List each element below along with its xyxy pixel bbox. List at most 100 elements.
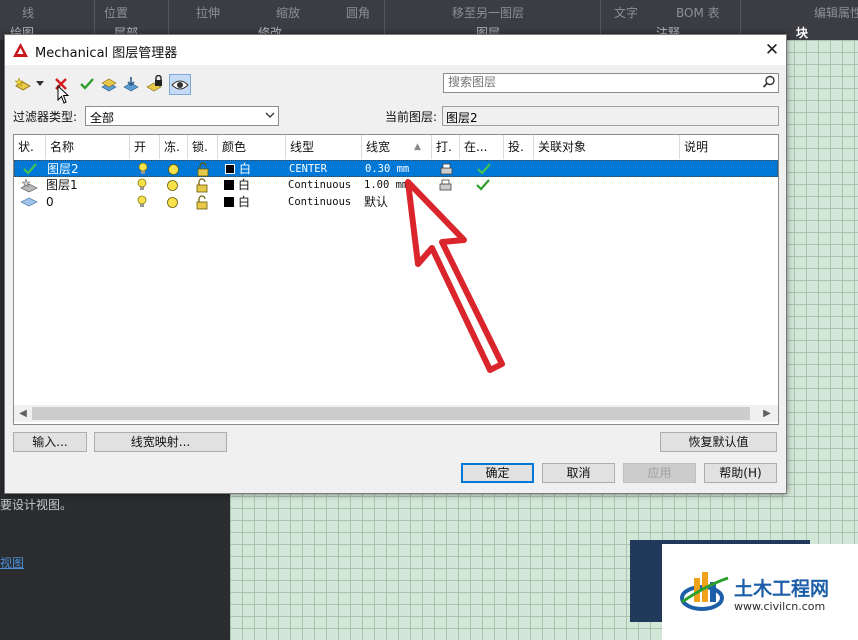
search-layers-box[interactable] — [443, 73, 779, 93]
input-button[interactable]: 输入... — [13, 432, 87, 452]
layer-linetype[interactable]: CENTER — [289, 161, 327, 178]
column-header-description[interactable]: 说明 — [680, 135, 778, 159]
search-icon[interactable] — [762, 75, 776, 89]
annotation-arrow-icon — [405, 179, 505, 373]
lineweight-header-label: 线宽 — [366, 140, 391, 154]
layer-stack-icon — [101, 78, 117, 92]
lightbulb-on-icon[interactable] — [137, 195, 147, 209]
ribbon-item-scale[interactable]: 缩放 — [276, 4, 300, 21]
column-header-freeze[interactable]: 冻. — [160, 135, 188, 159]
current-layer-label: 当前图层: — [385, 110, 438, 124]
unlock-icon[interactable] — [195, 195, 209, 210]
column-header-vp[interactable]: 在... — [460, 135, 504, 159]
sun-thawed-icon[interactable] — [165, 195, 180, 210]
scroll-right-icon[interactable]: ▶ — [760, 407, 774, 420]
sun-thawed-icon[interactable] — [165, 178, 180, 193]
ribbon-item-bom[interactable]: BOM 表 — [676, 4, 720, 21]
restore-defaults-button[interactable]: 恢复默认值 — [660, 432, 777, 452]
close-button[interactable]: ✕ — [761, 39, 783, 61]
current-layer-field: 图层2 — [442, 106, 779, 126]
scroll-left-icon[interactable]: ◀ — [16, 407, 30, 420]
lineweight-map-button[interactable]: 线宽映射... — [94, 432, 227, 452]
lightbulb-on-icon[interactable] — [138, 162, 148, 176]
column-header-on[interactable]: 开 — [130, 135, 160, 159]
layer-name[interactable]: 图层1 — [46, 177, 78, 194]
ribbon-item-move-to-layer[interactable]: 移至另一图层 — [452, 4, 524, 21]
left-panel: 要设计视图。 视图 — [0, 492, 230, 640]
watermark-url: www.civilcn.com — [734, 600, 826, 613]
help-button[interactable]: 帮助(H) — [704, 463, 777, 483]
layer-color[interactable]: 白 — [224, 194, 250, 211]
watermark-logo-icon — [680, 572, 729, 611]
layer-move-button[interactable] — [121, 74, 141, 94]
layer-linetype[interactable]: Continuous — [288, 177, 351, 194]
layer-lock-icon — [146, 75, 162, 92]
color-swatch — [224, 197, 234, 207]
ribbon-item-fillet[interactable]: 圆角 — [346, 4, 370, 21]
horizontal-scrollbar[interactable]: ◀ ▶ — [14, 405, 778, 422]
search-input[interactable] — [444, 74, 748, 90]
layer-lineweight[interactable]: 默认 — [364, 194, 388, 211]
printer-icon[interactable] — [439, 162, 454, 177]
layer-arrow-icon — [123, 77, 139, 92]
layer-color[interactable]: 白 — [225, 161, 251, 178]
new-layer-dropdown[interactable] — [34, 74, 46, 94]
layer-lock-button[interactable] — [145, 74, 165, 94]
chevron-down-icon — [265, 112, 275, 118]
column-header-linked[interactable]: 关联对象 — [534, 135, 680, 159]
layer-linetype[interactable]: Continuous — [288, 194, 351, 211]
lightbulb-on-icon[interactable] — [137, 178, 147, 192]
left-panel-link[interactable]: 视图 — [0, 554, 24, 571]
layer-table[interactable]: 状. 名称 开 冻. 锁. 颜色 线型 线宽 ▲ 打. 在... 投. 关联对象… — [13, 134, 779, 425]
mouse-cursor-icon — [57, 85, 70, 104]
dialog-title: Mechanical 图层管理器 — [35, 46, 178, 61]
column-header-name[interactable]: 名称 — [46, 135, 130, 159]
column-header-lineweight[interactable]: 线宽 ▲ — [362, 135, 432, 159]
sun-thawed-icon[interactable] — [166, 162, 181, 177]
column-header-proj[interactable]: 投. — [504, 135, 534, 159]
column-header-plot[interactable]: 打. — [432, 135, 460, 159]
apply-button[interactable]: 应用 — [623, 463, 696, 483]
scrollbar-thumb[interactable] — [32, 407, 750, 420]
unlock-icon[interactable] — [195, 178, 209, 193]
column-header-status[interactable]: 状. — [14, 135, 46, 159]
layer-color[interactable]: 白 — [224, 177, 250, 194]
column-header-lock[interactable]: 锁. — [188, 135, 218, 159]
color-swatch — [225, 164, 235, 174]
filter-type-label: 过滤器类型: — [13, 110, 78, 124]
layer-icon — [20, 197, 38, 207]
cancel-button[interactable]: 取消 — [542, 463, 615, 483]
column-header-color[interactable]: 颜色 — [218, 135, 286, 159]
layer-visibility-button[interactable] — [169, 74, 191, 95]
layer-name[interactable]: 0 — [46, 194, 54, 211]
ribbon-item-line[interactable]: 线 — [22, 4, 34, 21]
layer-color-text: 白 — [239, 162, 252, 176]
ribbon-item-text[interactable]: 文字 — [614, 4, 638, 21]
filter-type-value: 全部 — [90, 111, 115, 125]
filter-type-select[interactable]: 全部 — [85, 106, 279, 126]
table-row[interactable]: 0 白 Continuous 默认 — [14, 194, 778, 211]
ribbon-group-block[interactable]: 块 — [796, 24, 808, 41]
layer-name[interactable]: 图层2 — [47, 161, 79, 178]
layer-states-button[interactable] — [99, 74, 119, 94]
sort-ascending-icon: ▲ — [414, 142, 421, 152]
checkmark-icon — [80, 78, 94, 90]
ribbon-item-edit-attr[interactable]: 编辑属性 — [814, 4, 858, 21]
dialog-titlebar[interactable]: Mechanical 图层管理器 ✕ — [5, 35, 786, 65]
table-row[interactable]: 图层1 白 Continuous 1.00 mm — [14, 177, 778, 194]
ok-button[interactable]: 确定 — [461, 463, 534, 483]
new-layer-icon — [14, 77, 31, 91]
set-current-button[interactable] — [77, 74, 97, 94]
current-layer-value: 图层2 — [446, 111, 478, 125]
checkmark-icon[interactable] — [477, 163, 491, 175]
ribbon-item-position[interactable]: 位置 — [104, 4, 128, 21]
unlock-icon[interactable] — [196, 162, 210, 177]
ribbon-item-stretch[interactable]: 拉伸 — [196, 4, 220, 21]
table-row[interactable]: 图层2 白 CENTER 0.30 mm — [14, 160, 778, 177]
color-swatch — [224, 180, 234, 190]
chevron-down-icon — [36, 81, 44, 86]
new-layer-button[interactable] — [13, 74, 33, 94]
layer-lineweight[interactable]: 0.30 mm — [365, 161, 409, 178]
layer-manager-dialog: Mechanical 图层管理器 ✕ 搜索图层 过滤器类型: 全部 当前图层: … — [4, 34, 787, 494]
column-header-linetype[interactable]: 线型 — [286, 135, 362, 159]
